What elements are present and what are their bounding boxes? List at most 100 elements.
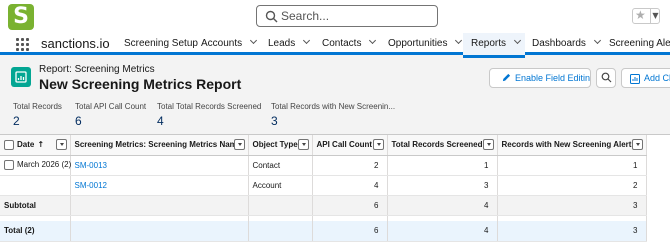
record-link[interactable]: SM-0013: [70, 155, 249, 176]
nav-item-reports[interactable]: Reports: [463, 33, 525, 58]
column-menu-button[interactable]: [297, 139, 309, 150]
report-summary: Total Records 2 Total API Call Count 6 T…: [0, 98, 670, 132]
report-type-label: Report: Screening Metrics: [39, 64, 155, 75]
column-menu-button[interactable]: [55, 139, 67, 150]
report-icon: [11, 67, 31, 87]
chevron-down-icon[interactable]: [369, 36, 377, 45]
subtotal-new-alerts: 3: [497, 195, 647, 216]
summary-value: 4: [157, 114, 164, 128]
column-header-records-screened[interactable]: Total Records Screened: [387, 135, 498, 156]
column-header-label: Date: [17, 139, 35, 149]
favorites-control[interactable]: ★ ▼: [632, 8, 660, 24]
summary-api-call-count: Total API Call Count 6: [75, 102, 146, 128]
subtotal-records-screened: 4: [387, 195, 498, 216]
nav-item-contacts[interactable]: Contacts: [322, 33, 377, 55]
nav-item-screening-alerts[interactable]: Screening Alerts: [609, 33, 670, 55]
summary-new-alerts: Total Records with New Screenin... 3: [271, 102, 395, 128]
object-type-cell: Contact: [248, 155, 313, 176]
search-icon: [601, 72, 612, 83]
table-header-row: Date ↑ Screening Metrics: Screening Metri…: [0, 135, 647, 156]
app-logo[interactable]: S: [8, 4, 34, 30]
column-header-label: Total Records Screened: [391, 140, 483, 150]
pencil-icon: [502, 73, 511, 82]
empty-cell: [248, 221, 313, 242]
sort-ascending-icon[interactable]: ↑: [37, 140, 44, 149]
enable-field-editing-label: Enable Field Editing: [515, 73, 591, 83]
app-nav-bar: sanctions.io Screening Setup Accounts Le…: [0, 33, 670, 58]
summary-label: Total Total Records Screened: [157, 102, 262, 111]
chevron-down-icon[interactable]: [513, 36, 522, 45]
add-chart-button[interactable]: Add Chart: [621, 68, 670, 88]
nav-item-label: Screening Alerts: [609, 38, 670, 49]
new-alerts-cell: 2: [497, 175, 647, 196]
search-report-button[interactable]: [596, 68, 616, 88]
summary-label: Total Records with New Screenin...: [271, 102, 396, 111]
nav-item-label: Reports: [471, 38, 507, 49]
records-screened-cell: 3: [387, 175, 498, 196]
column-menu-button[interactable]: [631, 139, 643, 150]
summary-label: Total Records: [13, 102, 62, 111]
nav-item-opportunities[interactable]: Opportunities: [388, 33, 463, 55]
api-call-count-cell: 2: [312, 155, 388, 176]
summary-value: 2: [13, 114, 20, 128]
records-screened-cell: 1: [387, 155, 498, 176]
subtotal-row: Subtotal 6 4 3: [0, 195, 647, 216]
empty-cell: [70, 195, 249, 216]
chevron-down-icon[interactable]: ▼: [650, 9, 660, 23]
summary-value: 3: [271, 114, 278, 128]
nav-item-label: Opportunities: [388, 38, 448, 49]
nav-item-dashboards[interactable]: Dashboards: [532, 33, 601, 55]
column-header-name[interactable]: Screening Metrics: Screening Metrics Nam…: [70, 135, 249, 156]
column-header-date[interactable]: Date ↑: [0, 135, 71, 156]
global-search[interactable]: [256, 5, 438, 27]
summary-total-records: Total Records 2: [13, 102, 62, 128]
chevron-down-icon[interactable]: [303, 36, 311, 45]
table-row: March 2026 (2) SM-0013 Contact 2 1 1: [0, 155, 647, 176]
chevron-down-icon[interactable]: [455, 36, 463, 45]
record-link[interactable]: SM-0012: [70, 175, 249, 196]
summary-records-screened: Total Total Records Screened 4: [157, 102, 261, 128]
nav-item-label: Contacts: [322, 38, 362, 49]
app-launcher-icon[interactable]: [16, 38, 29, 51]
column-header-label: API Call Count: [316, 140, 373, 150]
app-name: sanctions.io: [41, 36, 110, 51]
group-cell: [0, 175, 71, 196]
new-alerts-cell: 1: [497, 155, 647, 176]
nav-item-screening-setup[interactable]: Screening Setup: [124, 33, 198, 55]
add-chart-icon: [630, 74, 640, 84]
report-header: Report: Screening Metrics New Screening …: [0, 58, 670, 98]
search-input[interactable]: [281, 8, 431, 24]
group-cell: March 2026 (2): [0, 155, 72, 176]
column-header-new-alerts[interactable]: Records with New Screening Alerts: [497, 135, 647, 156]
nav-item-label: Leads: [268, 38, 296, 49]
report-table: Date ↑ Screening Metrics: Screening Metri…: [0, 135, 647, 242]
column-menu-button[interactable]: [233, 139, 245, 150]
subtotal-api-call-count: 6: [312, 195, 388, 216]
column-menu-button[interactable]: [482, 139, 494, 150]
total-new-alerts: 3: [497, 221, 647, 242]
nav-item-accounts[interactable]: Accounts: [201, 33, 258, 55]
enable-field-editing-button[interactable]: Enable Field Editing: [489, 68, 591, 88]
object-type-cell: Account: [248, 175, 313, 196]
column-header-label: Object Type: [252, 140, 298, 150]
report-table-container[interactable]: Date ↑ Screening Metrics: Screening Metri…: [0, 134, 670, 252]
column-header-object-type[interactable]: Object Type: [248, 135, 313, 156]
table-row: SM-0012 Account 4 3 2: [0, 175, 647, 196]
empty-cell: [70, 221, 249, 242]
total-label: Total (2): [0, 221, 71, 242]
star-icon[interactable]: ★: [635, 8, 646, 22]
chevron-down-icon[interactable]: [593, 36, 601, 45]
row-checkbox[interactable]: [4, 160, 14, 170]
total-row: Total (2) 6 4 3: [0, 221, 647, 242]
nav-item-leads[interactable]: Leads: [268, 33, 311, 55]
nav-item-label: Accounts: [201, 38, 243, 49]
nav-item-label: Screening Setup: [124, 38, 198, 49]
column-header-api-call-count[interactable]: API Call Count: [312, 135, 388, 156]
chevron-down-icon[interactable]: [250, 36, 258, 45]
total-api-call-count: 6: [312, 221, 388, 242]
column-menu-button[interactable]: [372, 139, 384, 150]
group-label: March 2026 (2): [17, 160, 72, 170]
column-header-label: Screening Metrics: Screening Metrics Nam…: [74, 140, 242, 150]
select-all-checkbox[interactable]: [4, 139, 14, 150]
column-header-label: Records with New Screening Alerts: [501, 140, 636, 150]
